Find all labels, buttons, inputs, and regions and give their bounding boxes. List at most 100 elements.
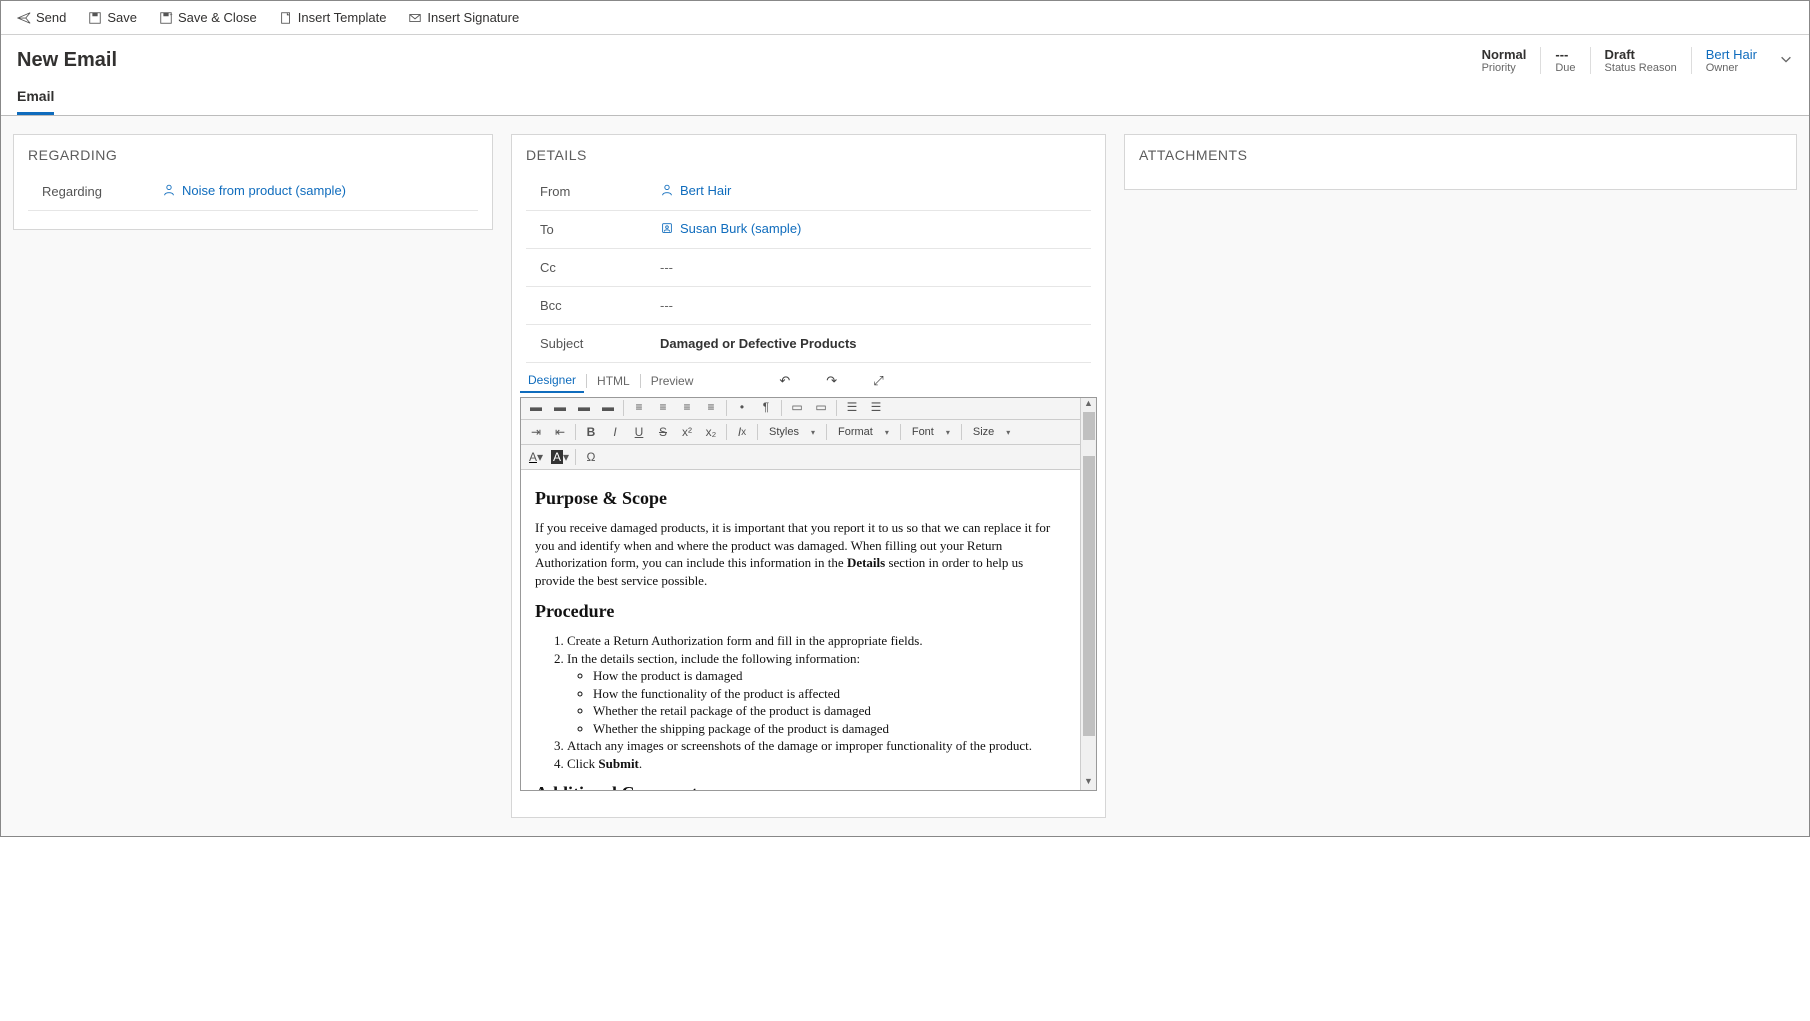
scroll-thumb[interactable]: [1083, 456, 1095, 736]
toolbar-btn[interactable]: ≡: [630, 398, 648, 416]
clear-format-button[interactable]: Ix: [733, 423, 751, 441]
body-h3: Additional Comments: [535, 783, 1066, 790]
to-value: Susan Burk (sample): [680, 221, 801, 236]
subject-field[interactable]: Subject Damaged or Defective Products: [526, 325, 1091, 363]
subscript-button[interactable]: x²: [678, 423, 696, 441]
toolbar-btn[interactable]: ▬: [527, 398, 545, 416]
list-item: Whether the shipping package of the prod…: [593, 720, 1066, 738]
page-title: New Email: [17, 49, 117, 72]
attachments-panel: ATTACHMENTS: [1124, 134, 1797, 190]
bcc-label: Bcc: [540, 298, 660, 313]
toolbar-btn[interactable]: ≡: [654, 398, 672, 416]
list-item: How the product is damaged: [593, 667, 1066, 685]
body-h2: Procedure: [535, 601, 1066, 622]
regarding-header: REGARDING: [14, 135, 492, 173]
body-h1: Purpose & Scope: [535, 488, 1066, 509]
bg-color-button[interactable]: A▾: [551, 448, 569, 466]
owner-block[interactable]: Bert Hair Owner: [1691, 47, 1771, 74]
regarding-label: Regarding: [42, 184, 162, 199]
italic-button[interactable]: I: [606, 423, 624, 441]
expand-editor-button[interactable]: ⤢: [855, 370, 901, 392]
undo-button[interactable]: ↶: [761, 370, 808, 392]
form-body: REGARDING Regarding Noise from product (…: [1, 116, 1809, 836]
insert-signature-button[interactable]: Insert Signature: [402, 7, 525, 28]
format-dropdown[interactable]: Format: [833, 423, 894, 441]
toolbar-btn[interactable]: ▬: [575, 398, 593, 416]
status-label: Status Reason: [1605, 62, 1677, 74]
insert-signature-label: Insert Signature: [427, 10, 519, 25]
save-close-icon: +: [159, 11, 173, 25]
status-block[interactable]: Draft Status Reason: [1590, 47, 1691, 74]
email-body-editor[interactable]: Purpose & Scope If you receive damaged p…: [521, 470, 1080, 790]
procedure-list: Create a Return Authorization form and f…: [535, 632, 1066, 772]
to-lookup[interactable]: Susan Burk (sample): [660, 221, 801, 236]
toolbar-btn[interactable]: ¶: [757, 398, 775, 416]
insert-template-button[interactable]: Insert Template: [273, 7, 393, 28]
save-icon: [88, 11, 102, 25]
subject-value: Damaged or Defective Products: [660, 336, 1077, 351]
save-close-button[interactable]: + Save & Close: [153, 7, 263, 28]
toolbar-btn[interactable]: ▭: [788, 398, 806, 416]
list-item: Click Submit.: [567, 755, 1066, 773]
toolbar-btn[interactable]: ▬: [599, 398, 617, 416]
scroll-thumb[interactable]: [1083, 412, 1095, 440]
status-value: Draft: [1605, 47, 1677, 62]
editor-scrollbar[interactable]: ▲ ▼: [1080, 398, 1096, 790]
save-close-label: Save & Close: [178, 10, 257, 25]
redo-button[interactable]: ↷: [808, 370, 855, 392]
scroll-up-icon[interactable]: ▲: [1081, 398, 1096, 412]
regarding-lookup[interactable]: Noise from product (sample): [162, 183, 346, 198]
regarding-panel: REGARDING Regarding Noise from product (…: [13, 134, 493, 230]
font-dropdown[interactable]: Font: [907, 423, 955, 441]
to-field[interactable]: To Susan Burk (sample): [526, 211, 1091, 249]
toolbar-btn[interactable]: ≡: [702, 398, 720, 416]
toolbar-btn[interactable]: ▭: [812, 398, 830, 416]
bold-button[interactable]: B: [582, 423, 600, 441]
from-field[interactable]: From Bert Hair: [526, 173, 1091, 211]
omega-button[interactable]: Ω: [582, 448, 600, 466]
person-icon: [660, 183, 674, 197]
cc-value: ---: [660, 260, 1077, 275]
rich-editor: ▬ ▬ ▬ ▬ ≡ ≡ ≡ ≡ • ¶ ▭ ▭ ☰: [520, 397, 1097, 791]
toolbar-btn[interactable]: ▬: [551, 398, 569, 416]
priority-block[interactable]: Normal Priority: [1468, 47, 1541, 74]
superscript-button[interactable]: x₂: [702, 423, 720, 441]
tab-email[interactable]: Email: [17, 78, 54, 115]
toolbar-btn[interactable]: ☰: [843, 398, 861, 416]
cc-field[interactable]: Cc ---: [526, 249, 1091, 287]
send-label: Send: [36, 10, 66, 25]
indent-button[interactable]: ⇥: [527, 423, 545, 441]
save-button[interactable]: Save: [82, 7, 143, 28]
cc-label: Cc: [540, 260, 660, 275]
strike-button[interactable]: S: [654, 423, 672, 441]
outdent-button[interactable]: ⇤: [551, 423, 569, 441]
tab-sep: [586, 374, 587, 388]
text-color-button[interactable]: A▾: [527, 448, 545, 466]
due-block[interactable]: --- Due: [1540, 47, 1589, 74]
bcc-field[interactable]: Bcc ---: [526, 287, 1091, 325]
editor-tab-html[interactable]: HTML: [589, 370, 638, 392]
to-label: To: [540, 222, 660, 237]
regarding-field[interactable]: Regarding Noise from product (sample): [28, 173, 478, 211]
editor-tabs: Designer HTML Preview ↶ ↷ ⤢: [512, 363, 1105, 393]
toolbar-btn[interactable]: ≡: [678, 398, 696, 416]
scroll-down-icon[interactable]: ▼: [1081, 776, 1096, 790]
list-item: How the functionality of the product is …: [593, 685, 1066, 703]
signature-icon: [408, 11, 422, 25]
list-item: Create a Return Authorization form and f…: [567, 632, 1066, 650]
list-item: Attach any images or screenshots of the …: [567, 737, 1066, 755]
size-dropdown[interactable]: Size: [968, 423, 1015, 441]
body-p1: If you receive damaged products, it is i…: [535, 519, 1066, 589]
tab-sep: [640, 374, 641, 388]
template-icon: [279, 11, 293, 25]
underline-button[interactable]: U: [630, 423, 648, 441]
details-header: DETAILS: [512, 135, 1105, 173]
editor-tab-preview[interactable]: Preview: [643, 370, 702, 392]
toolbar-btn[interactable]: •: [733, 398, 751, 416]
send-button[interactable]: Send: [11, 7, 72, 28]
editor-tab-designer[interactable]: Designer: [520, 369, 584, 393]
toolbar-btn[interactable]: ☰: [867, 398, 885, 416]
styles-dropdown[interactable]: Styles: [764, 423, 820, 441]
expand-header-button[interactable]: [1771, 52, 1793, 69]
from-lookup[interactable]: Bert Hair: [660, 183, 731, 198]
